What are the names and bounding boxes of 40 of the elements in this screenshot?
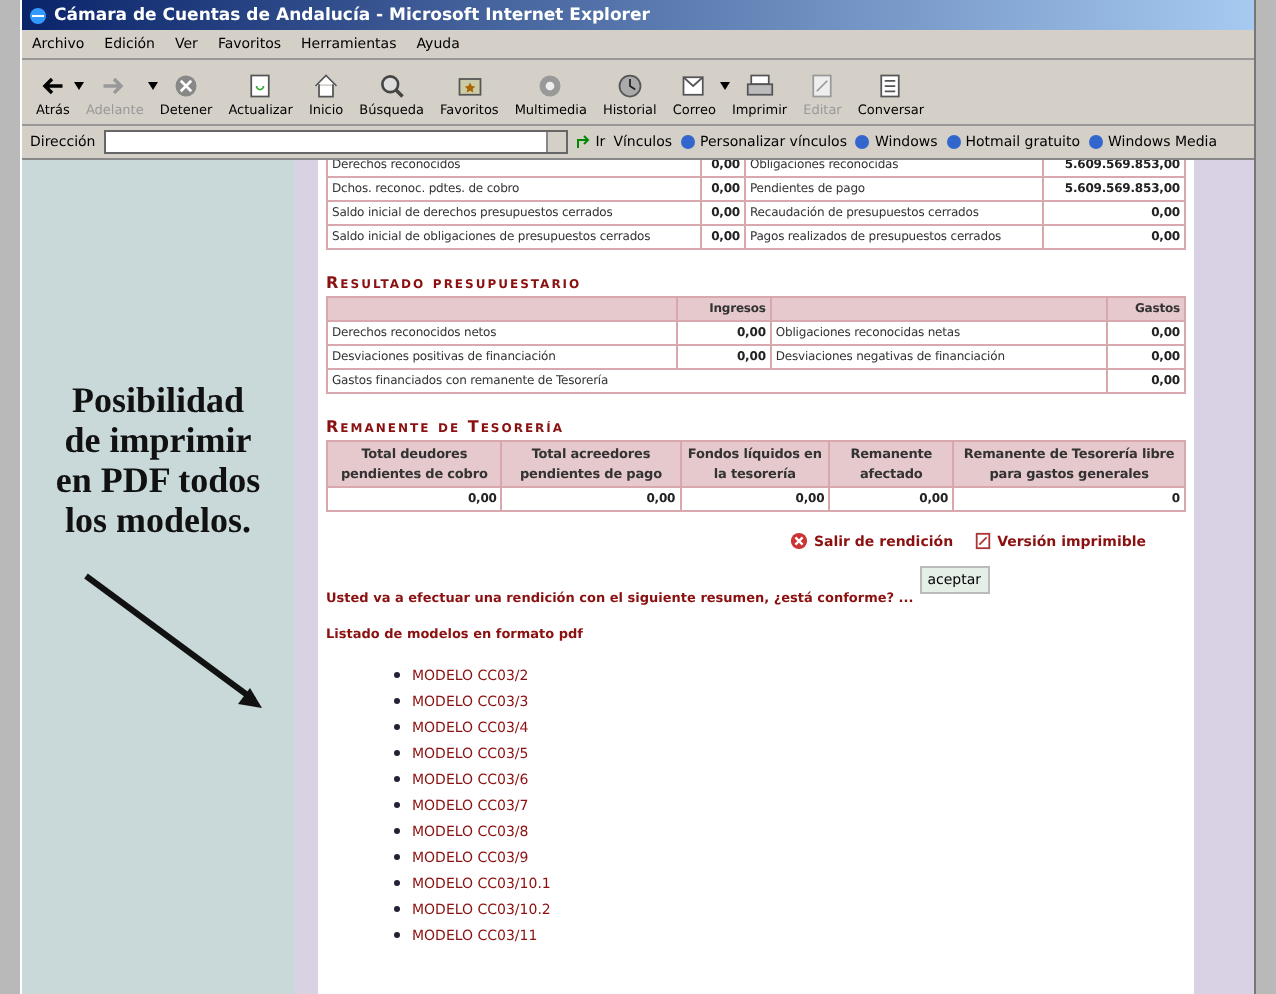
toolbar-icon bbox=[246, 72, 275, 100]
toolbar-icon bbox=[455, 72, 484, 100]
bullet-icon bbox=[394, 698, 400, 704]
bullet-icon bbox=[394, 724, 400, 730]
address-field[interactable] bbox=[103, 130, 568, 154]
toolbar-icon bbox=[808, 72, 837, 100]
toolbar-icon bbox=[100, 72, 129, 100]
globe-icon bbox=[1088, 134, 1105, 150]
bullet-icon bbox=[394, 750, 400, 756]
bullet-icon bbox=[394, 776, 400, 782]
toolbar-icon bbox=[615, 72, 644, 100]
dropdown-button[interactable] bbox=[545, 132, 566, 152]
bullet-icon bbox=[394, 932, 400, 938]
toolbar-icon bbox=[172, 72, 201, 100]
annotation-text: Posibilidad de imprimir en PDF todos los modelos. bbox=[55, 380, 261, 540]
section-title: Remanente de Tesorería bbox=[326, 418, 567, 436]
globe-icon bbox=[854, 134, 871, 150]
browser-icon bbox=[28, 5, 48, 25]
go-arrow-icon bbox=[575, 134, 592, 150]
bullet-icon bbox=[394, 828, 400, 834]
globe-icon bbox=[680, 134, 697, 150]
toolbar-icon bbox=[536, 72, 565, 100]
toolbar-icon bbox=[377, 72, 406, 100]
dropdown-caret-icon[interactable] bbox=[73, 82, 84, 90]
section-title: Resultado presupuestario bbox=[326, 274, 584, 292]
toolbar-icon bbox=[876, 72, 905, 100]
document-icon bbox=[973, 532, 992, 550]
dropdown-caret-icon[interactable] bbox=[719, 82, 730, 90]
toolbar-icon bbox=[745, 72, 774, 100]
bullet-icon bbox=[394, 854, 400, 860]
globe-icon bbox=[945, 134, 962, 150]
bullet-icon bbox=[394, 802, 400, 808]
toolbar-icon bbox=[680, 72, 709, 100]
bullet-icon bbox=[394, 880, 400, 886]
window-title: Cámara de Cuentas de Andalucía - Microsoft Internet Explorer bbox=[54, 5, 650, 25]
bullet-icon bbox=[394, 672, 400, 678]
toolbar-icon bbox=[312, 72, 341, 100]
close-icon bbox=[789, 532, 808, 550]
bullet-icon bbox=[394, 906, 400, 912]
toolbar-icon bbox=[38, 72, 67, 100]
